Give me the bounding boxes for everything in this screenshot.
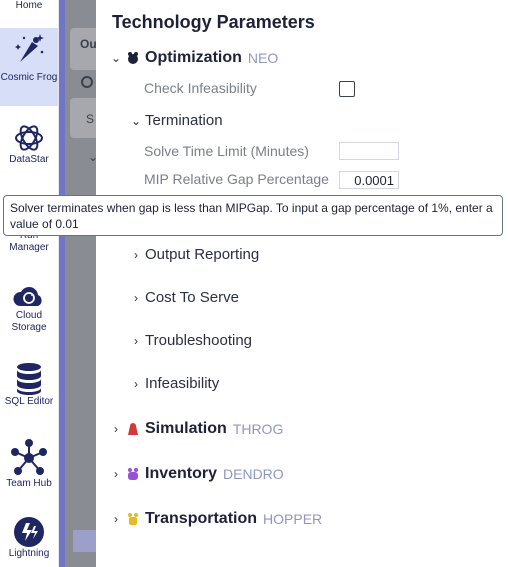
mip-gap-input[interactable]: 0.0001 <box>339 171 399 189</box>
chevron-right-icon: › <box>134 290 138 305</box>
section-title: Transportation <box>145 510 258 527</box>
check-infeasibility-row: Check Infeasibility <box>144 80 257 96</box>
solve-time-limit-input[interactable] <box>339 142 399 160</box>
rail-item-lightning[interactable]: Lightning <box>0 516 58 567</box>
chevron-down-icon: ⌄ <box>130 113 142 128</box>
section-code: HOPPER <box>263 511 323 527</box>
chevron-right-icon: › <box>134 247 138 262</box>
background-input-text: S <box>86 112 95 126</box>
section-code: NEO <box>247 50 279 66</box>
subsection-cost-to-serve[interactable]: › Cost To Serve <box>130 289 239 306</box>
rail-item-label: Lightning <box>8 548 50 559</box>
rail-item-label: Home <box>15 0 43 11</box>
mip-gap-tooltip: Solver terminates when gap is less than … <box>3 195 503 236</box>
subsection-title: Cost To Serve <box>145 289 239 306</box>
section-title: Simulation <box>145 420 227 437</box>
chevron-down-icon: ⌄ <box>110 51 122 65</box>
database-icon <box>17 363 41 395</box>
lightning-icon <box>14 517 44 547</box>
background-accent-bar <box>59 0 65 567</box>
subsection-title: Termination <box>145 112 223 129</box>
rail-item-label: Cosmic Frog <box>0 72 58 83</box>
rail-item-label: DataStar <box>9 154 49 165</box>
cloud-sync-icon <box>13 287 42 306</box>
rail-item-team-hub[interactable]: Team Hub <box>0 438 58 496</box>
chevron-right-icon: › <box>114 512 118 526</box>
chevron-right-icon: › <box>134 333 138 348</box>
chevron-right-icon: › <box>134 376 138 391</box>
section-title: Inventory <box>145 465 218 482</box>
panel-title: Technology Parameters <box>112 12 315 32</box>
hopper-icon <box>128 513 138 525</box>
cosmic-frog-icon <box>15 34 44 62</box>
background-button <box>73 530 96 552</box>
dendro-icon <box>128 468 138 480</box>
rail-item-label: Team Hub <box>6 478 52 489</box>
section-optimization-header[interactable]: ⌄ Optimization NEO <box>110 49 278 67</box>
rail-item-cosmic-frog[interactable]: Cosmic Frog <box>0 28 58 106</box>
background-radio-icon <box>81 76 93 88</box>
section-code: DENDRO <box>223 466 284 482</box>
app-rail: Home Cosmic Frog DataStar Run Manager Cl… <box>0 0 59 567</box>
rail-item-label: Cloud Storage <box>11 310 47 333</box>
subsection-troubleshooting[interactable]: › Troubleshooting <box>130 332 252 349</box>
datastar-icon <box>15 125 43 151</box>
mip-gap-label: MIP Relative Gap Percentage <box>144 171 329 187</box>
chevron-right-icon: › <box>114 422 118 436</box>
rail-item-home[interactable]: Home <box>0 0 58 22</box>
subsection-title: Output Reporting <box>145 246 260 263</box>
check-infeasibility-checkbox[interactable] <box>339 81 355 97</box>
subsection-infeasibility[interactable]: › Infeasibility <box>130 375 219 392</box>
section-code: THROG <box>232 421 284 437</box>
throg-icon <box>128 423 138 435</box>
solve-time-limit-label: Solve Time Limit (Minutes) <box>144 143 309 159</box>
subsection-termination-header[interactable]: ⌄ Termination <box>130 112 223 129</box>
subsection-output-reporting[interactable]: › Output Reporting <box>130 246 259 263</box>
rail-item-cloud-storage[interactable]: Cloud Storage <box>0 280 58 335</box>
subsection-title: Infeasibility <box>145 375 220 392</box>
background-tab-text: Ou <box>80 37 97 51</box>
section-simulation-header[interactable]: › Simulation THROG <box>110 420 283 438</box>
rail-item-datastar[interactable]: DataStar <box>0 122 58 172</box>
team-hub-icon <box>11 439 47 475</box>
chevron-right-icon: › <box>114 467 118 481</box>
section-inventory-header[interactable]: › Inventory DENDRO <box>110 465 284 483</box>
section-title: Optimization <box>145 49 242 66</box>
mip-gap-row: MIP Relative Gap Percentage <box>144 171 329 187</box>
rail-item-sql-editor[interactable]: SQL Editor <box>0 362 58 412</box>
check-infeasibility-label: Check Infeasibility <box>144 80 257 96</box>
solve-time-limit-row: Solve Time Limit (Minutes) <box>144 143 309 159</box>
rail-item-label: SQL Editor <box>4 396 54 407</box>
neo-icon <box>128 52 138 64</box>
subsection-title: Troubleshooting <box>145 332 253 349</box>
section-transportation-header[interactable]: › Transportation HOPPER <box>110 510 322 528</box>
